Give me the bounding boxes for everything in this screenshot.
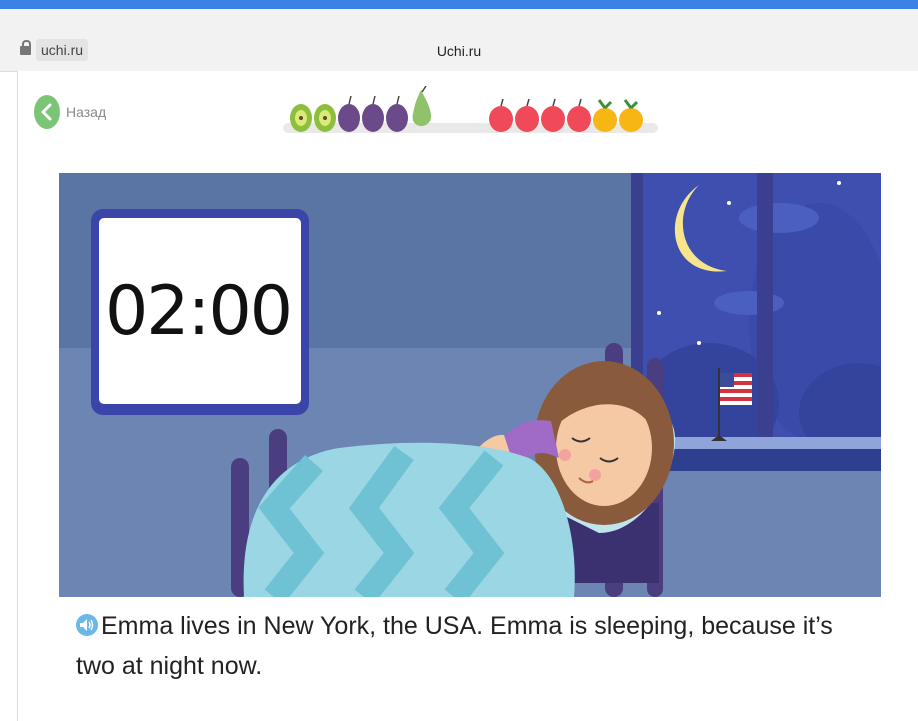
- back-label: Назад: [66, 104, 107, 120]
- fruit-row: [290, 86, 643, 132]
- browser-top-bar: [0, 0, 918, 9]
- lesson-panel: Назад 02:00 Emma lives in New York, the …: [17, 71, 918, 721]
- plum-icon: [362, 95, 384, 132]
- sentence-text: Emma lives in New York, the USA. Emma is…: [76, 612, 833, 680]
- apple-icon: [515, 98, 539, 132]
- kiwi-icon: [290, 104, 312, 132]
- illustration: 02:00: [59, 173, 881, 597]
- clock-time: 02:00: [105, 271, 293, 351]
- apple-icon: [489, 98, 513, 132]
- kiwi-icon: [314, 104, 336, 132]
- back-button[interactable]: Назад: [34, 95, 106, 129]
- plum-icon: [338, 95, 360, 132]
- progress-fruits: [283, 86, 658, 136]
- orange-icon: [593, 99, 617, 132]
- chevron-left-icon: [34, 95, 60, 129]
- apple-icon: [541, 98, 565, 132]
- task-sentence: Emma lives in New York, the USA. Emma is…: [76, 606, 876, 686]
- address-bar: uchi.ru Uchi.ru: [0, 9, 918, 72]
- apple-icon: [567, 98, 591, 132]
- page-title: Uchi.ru: [436, 43, 482, 59]
- orange-icon: [619, 99, 643, 132]
- pear-icon: [412, 86, 432, 126]
- plum-icon: [386, 95, 408, 132]
- speaker-icon[interactable]: [76, 614, 98, 636]
